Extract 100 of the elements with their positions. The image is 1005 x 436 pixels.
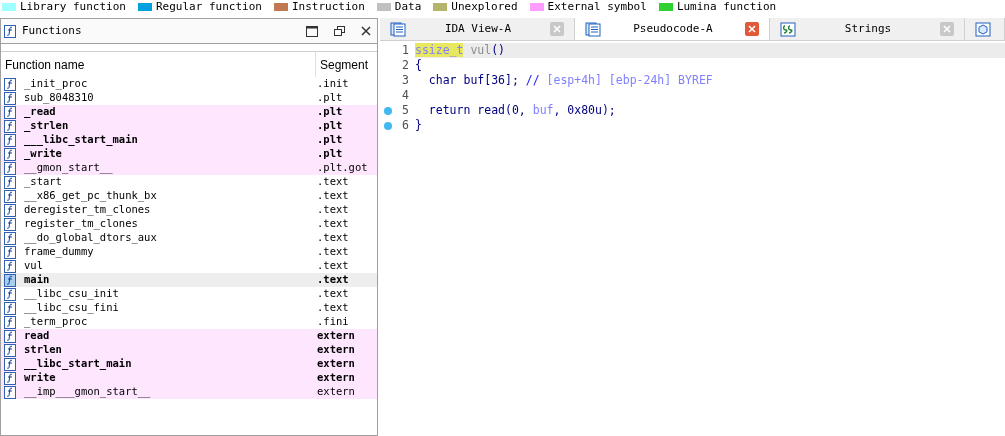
- segment-cell-text: extern: [316, 356, 356, 372]
- editor-tab[interactable]: Pseudocode-A: [575, 18, 770, 40]
- function-row[interactable]: __imp___gmon_start__ extern: [1, 385, 377, 399]
- line-number: 3: [401, 71, 409, 89]
- segment-cell-text: .text: [316, 244, 350, 260]
- function-icon: [4, 231, 16, 245]
- quote-icon: [780, 21, 796, 37]
- segment-cell-text: .text: [316, 272, 350, 288]
- function-icon: [4, 315, 16, 329]
- function-icon: [4, 203, 16, 217]
- function-row[interactable]: __libc_start_main extern: [1, 357, 377, 371]
- segment-cell-text: extern: [316, 328, 356, 344]
- code-editor[interactable]: 1 ssize_t vul() 2 { 3 char buf[36]; // [esp+4h] [ebp-24h] BYREF 4 5 return read(0, buf, 0x80u); 6 }: [380, 41, 1005, 436]
- line-number: 2: [401, 56, 409, 74]
- function-icon: [4, 105, 16, 119]
- function-row[interactable]: ___libc_start_main .plt: [1, 133, 377, 147]
- legend-label: Regular function: [155, 1, 262, 13]
- function-name: __libc_csu_init: [23, 286, 120, 302]
- function-icon: [4, 175, 16, 189]
- tab-label: Pseudocode-A: [632, 20, 714, 37]
- function-name: __gmon_start__: [23, 160, 114, 176]
- segment-cell-text: extern: [316, 384, 356, 400]
- function-name: ___libc_start_main: [23, 132, 139, 148]
- segment-cell-text: .text: [316, 300, 350, 316]
- line-number: 4: [401, 86, 409, 104]
- function-icon: [4, 329, 16, 343]
- function-icon: [4, 259, 16, 273]
- segment-cell-text: .plt: [316, 104, 344, 120]
- segment-cell-text: .text: [316, 230, 350, 246]
- code-line: ssize_t vul(): [415, 41, 506, 59]
- function-icon: [4, 91, 16, 105]
- segment-cell-text: .text: [316, 216, 350, 232]
- function-name: _write: [23, 146, 63, 162]
- function-name: _strlen: [23, 118, 70, 134]
- line-number: 5: [401, 101, 409, 119]
- maximize-icon[interactable]: [306, 25, 318, 37]
- code-line: }: [415, 116, 422, 134]
- function-name: register_tm_clones: [23, 216, 139, 232]
- segment-cell-text: .plt: [316, 146, 344, 162]
- segment-cell-text: .plt: [316, 132, 344, 148]
- function-icon: [4, 119, 16, 133]
- function-row[interactable]: main .text: [1, 273, 377, 287]
- function-name: read: [23, 328, 51, 344]
- close-icon[interactable]: [361, 26, 371, 36]
- legend-label: Lumina function: [676, 1, 777, 13]
- function-name: main: [23, 272, 51, 288]
- function-name: __libc_start_main: [23, 356, 133, 372]
- function-icon: [4, 385, 16, 399]
- segment-cell-text: .text: [316, 174, 350, 190]
- panel-title: Functions: [22, 22, 83, 39]
- segment-cell-text: .fini: [316, 314, 350, 330]
- legend-label: Unexplored: [451, 1, 518, 13]
- function-icon: [4, 77, 16, 91]
- function-row[interactable]: _write .plt: [1, 147, 377, 161]
- tab-label: Strings: [843, 20, 893, 37]
- tab-label: IDA View-A: [443, 20, 513, 37]
- function-row[interactable]: _read .plt: [1, 105, 377, 119]
- code-line: char buf[36]; // [esp+4h] [ebp-24h] BYREF: [427, 71, 713, 89]
- segment-cell-text: .text: [316, 188, 350, 204]
- legend-label: External symbol: [547, 1, 647, 13]
- function-icon: [4, 161, 16, 175]
- document-icon: [390, 21, 406, 37]
- function-icon: [4, 133, 16, 147]
- function-icon: [4, 273, 16, 287]
- hexagon-icon: [975, 21, 991, 37]
- function-row[interactable]: read extern: [1, 329, 377, 343]
- function-name: sub_8048310: [23, 90, 95, 106]
- segment-cell-text: .text: [316, 286, 350, 302]
- code-line: {: [415, 57, 422, 74]
- function-icon: [4, 357, 16, 371]
- function-row[interactable]: __gmon_start__ .plt.got: [1, 161, 377, 175]
- function-icon: [4, 287, 16, 301]
- segment-cell-text: extern: [316, 370, 356, 386]
- segment-cell-text: .plt: [316, 90, 344, 106]
- function-name: _init_proc: [23, 76, 89, 92]
- function-name: deregister_tm_clones: [23, 202, 152, 218]
- function-row[interactable]: _strlen .plt: [1, 119, 377, 133]
- function-name: _start: [23, 174, 63, 190]
- function-name: write: [23, 370, 57, 386]
- function-name: _term_proc: [23, 314, 89, 330]
- function-icon: [4, 371, 16, 385]
- function-icon: [4, 147, 16, 161]
- function-icon: [4, 343, 16, 357]
- restore-icon[interactable]: [334, 25, 345, 37]
- code-line: return read(0, buf, 0x80u);: [427, 101, 616, 119]
- segment-cell-text: .plt.got: [316, 160, 369, 176]
- function-name: __do_global_dtors_aux: [23, 230, 158, 246]
- segment-cell-text: .plt: [316, 118, 344, 134]
- line-number: 1: [401, 41, 409, 59]
- column-header[interactable]: Function name: [1, 55, 315, 74]
- function-name: _read: [23, 104, 57, 120]
- line-number: 6: [401, 116, 409, 134]
- segment-cell-text: extern: [316, 342, 356, 358]
- function-icon: [4, 245, 16, 259]
- function-icon: [4, 24, 16, 38]
- segment-cell-text: .text: [316, 258, 350, 274]
- function-row[interactable]: strlen extern: [1, 343, 377, 357]
- function-name: __libc_csu_fini: [23, 300, 120, 316]
- function-name: strlen: [23, 342, 63, 358]
- function-row[interactable]: write extern: [1, 371, 377, 385]
